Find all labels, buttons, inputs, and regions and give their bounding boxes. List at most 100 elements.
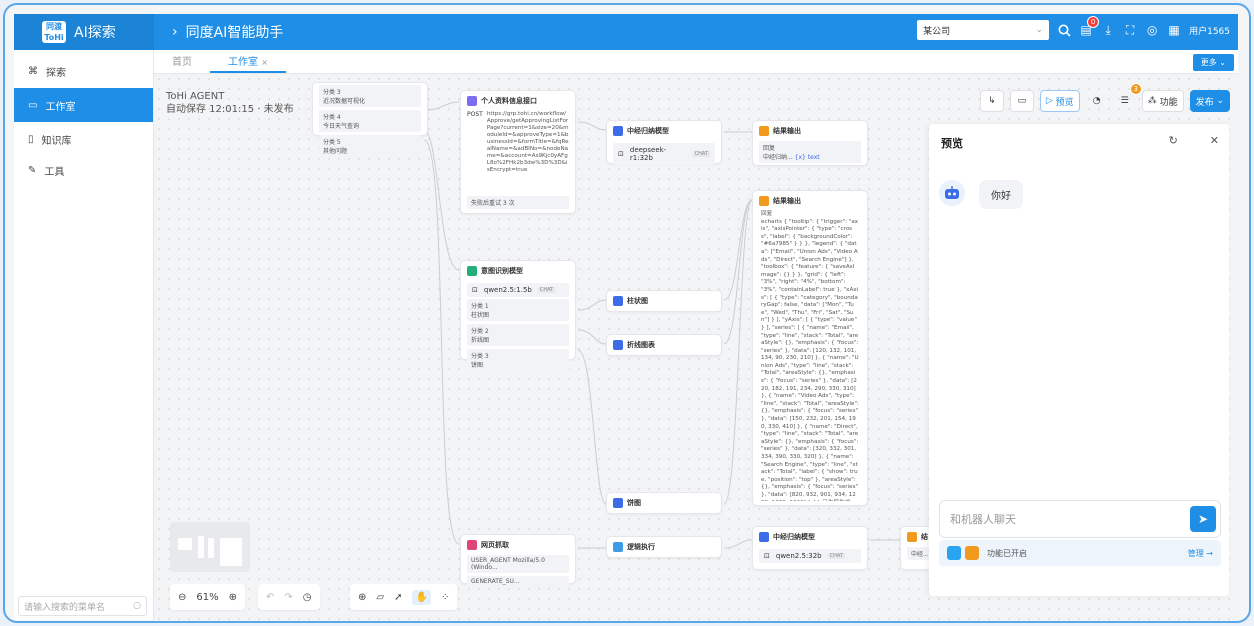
model-icon: ⊡ [764, 552, 770, 560]
output-node-1[interactable]: 结果输出 回复 中经归纳... {x} text [752, 120, 868, 166]
import-button[interactable]: ↳ [979, 90, 1004, 112]
tab-home[interactable]: 首页 [154, 53, 210, 73]
node-title: 个人资料信息接口 [481, 97, 537, 105]
history-icon[interactable]: ◷ [303, 592, 312, 603]
minimap[interactable] [170, 522, 250, 572]
node-title: 折线图表 [627, 341, 655, 349]
llm-icon [759, 532, 769, 542]
robot-icon [945, 186, 959, 199]
sidebar-item-tools[interactable]: ✎ 工具 [14, 156, 153, 184]
web-icon [467, 540, 477, 550]
features-label: 功能 [1159, 97, 1178, 108]
more-label: 更多 [1200, 58, 1217, 67]
globe-icon[interactable]: ◎ [1145, 23, 1159, 37]
line-chart-node[interactable]: 折线图表 [606, 334, 722, 356]
branch-node-top[interactable]: 分类 3 近况数据可视化 分类 4 今日天气查询 分类 5 其他问题 [312, 82, 428, 157]
publish-button[interactable]: 发布 ⌄ [1189, 90, 1230, 112]
sidebar: ⌘ 探索 ▭ 工作室 ▯ 知识库 ✎ 工具 请输入搜索的菜单名 ○ [14, 50, 154, 620]
model-tag: CHAT [537, 287, 556, 293]
model-name: qwen2.5:32b [775, 552, 822, 560]
pointer-icon[interactable]: ➚ [394, 592, 402, 603]
refresh-icon[interactable]: ↻ [1169, 134, 1178, 147]
model-tag: CHAT [692, 151, 710, 157]
undo-icon[interactable]: ↶ [266, 592, 274, 603]
logic-node[interactable]: 逻辑执行 [606, 536, 722, 558]
node-title: 意图识别模型 [481, 267, 523, 275]
more-button[interactable]: 更多 ⌄ [1192, 54, 1234, 71]
web-fetch-node[interactable]: 网页抓取 USER_AGENT Mozilla/5.0 (Windo... GE… [460, 534, 576, 587]
logic-icon [613, 542, 623, 552]
tab-bar: 首页 工作室 × 更多 ⌄ [154, 50, 1238, 74]
branch-row-label: 分类 5 [323, 139, 341, 146]
close-icon[interactable]: × [261, 58, 268, 67]
intent-classifier-node[interactable]: 意图识别模型 ⊡ qwen2.5:1.5b CHAT 分类 1 柱状图 分类 2 折线图… [460, 260, 576, 371]
llm-node-2[interactable]: 中经归纳模型 ⊡ qwen2.5:32b CHAT [752, 526, 868, 570]
pie-chart-node[interactable]: 饼图 [606, 492, 722, 514]
company-select[interactable]: 某公司 ⌄ [917, 20, 1050, 40]
preview-title: 预览 [941, 137, 963, 150]
output-var-source: 中经归纳... [763, 154, 793, 161]
check-icon[interactable]: ◔ [1086, 90, 1108, 112]
chat-input[interactable]: 和机器人聊天 ➤ [939, 500, 1221, 538]
code-icon [613, 296, 623, 306]
node-header: 中经归纳模型 [607, 121, 721, 141]
model-select[interactable]: ⊡ qwen2.5:32b CHAT [759, 549, 861, 563]
model-select[interactable]: ⊡ deepseek-r1:32b CHAT [613, 143, 715, 165]
notification-badge: 0 [1087, 16, 1100, 28]
zoom-in-icon[interactable]: ⊕ [229, 592, 237, 603]
top-right-tools: 某公司 ⌄ ▤ 0 ⤓ ⛶ ◎ ▦ 用户1565 [917, 16, 1230, 40]
user-name[interactable]: 用户1565 [1189, 24, 1230, 37]
search-icon: ○ [133, 601, 141, 611]
compass-icon: ⌘ [28, 65, 38, 77]
branch-row-label: 分类 4 [323, 114, 341, 121]
download-icon[interactable]: ⤓ [1101, 23, 1115, 37]
tab-studio[interactable]: 工作室 × [210, 53, 286, 73]
app-title: › 同度AI智能助手 [172, 22, 283, 42]
bar-chart-node[interactable]: 柱状图 [606, 290, 722, 312]
env-button[interactable]: ▭ [1009, 90, 1034, 112]
logo-char: Hi [54, 33, 64, 42]
close-icon[interactable]: ✕ [1210, 134, 1219, 147]
top-bar: 同渡 To Hi AI探索 › 同度AI智能助手 某公司 ⌄ ▤ 0 ⤓ ⛶ ◎ ▦ … [14, 14, 1238, 50]
checklist-badge: 3 [1129, 83, 1142, 95]
add-node-icon[interactable]: ⊕ [358, 592, 366, 603]
node-title: 饼图 [627, 499, 641, 507]
features-button[interactable]: ⁂ 功能 [1141, 90, 1184, 112]
menu-search-input[interactable]: 请输入搜索的菜单名 ○ [18, 596, 147, 616]
brand[interactable]: 同渡 To Hi AI探索 [14, 14, 154, 50]
sidebar-item-knowledge[interactable]: ▯ 知识库 [14, 122, 153, 156]
app-title-text: 同度AI智能助手 [185, 25, 284, 41]
sidebar-item-explore[interactable]: ⌘ 探索 [14, 54, 153, 88]
checklist-icon[interactable]: ☰ 3 [1114, 83, 1142, 112]
chevron-right-icon[interactable]: › [172, 24, 178, 40]
send-button[interactable]: ➤ [1190, 506, 1216, 532]
minimap-preview [178, 536, 242, 566]
note-icon[interactable]: ▱ [376, 592, 384, 603]
hand-icon[interactable]: ✋ [412, 589, 431, 605]
node-header: 个人资料信息接口 [461, 91, 575, 111]
node-header: 结果输出 [753, 191, 867, 211]
company-value: 某公司 [923, 26, 951, 37]
sidebar-item-studio[interactable]: ▭ 工作室 [14, 88, 153, 122]
manage-link[interactable]: 管理 → [1188, 548, 1213, 559]
redo-icon[interactable]: ↷ [284, 592, 292, 603]
output-node-2[interactable]: 结果输出 回复 echarts { "tooltip": { "trigger"… [752, 190, 868, 506]
model-select[interactable]: ⊡ qwen2.5:1.5b CHAT [467, 283, 569, 297]
preview-button[interactable]: ▷ 预览 [1039, 90, 1080, 112]
apps-grid-icon[interactable]: ▦ [1167, 23, 1181, 37]
layout-icon[interactable]: ⁘ [441, 592, 449, 603]
llm-node-1[interactable]: 中经归纳模型 ⊡ deepseek-r1:32b CHAT [606, 120, 722, 165]
preview-panel: 预览 ↻ ✕ 你好 和机器人聊天 ➤ 功能已开启 管理 → [929, 124, 1229, 596]
zoom-out-icon[interactable]: ⊖ [178, 592, 186, 603]
branch-row: 分类 5 其他问题 [319, 135, 421, 157]
logo: 同渡 To Hi [42, 21, 66, 43]
output-icon [759, 126, 769, 136]
http-request-node[interactable]: 个人资料信息接口 POST https://grp.tohi.cn/workfl… [460, 90, 576, 214]
model-icon: ⊡ [472, 286, 478, 294]
output-icon [907, 532, 917, 542]
fullscreen-icon[interactable]: ⛶ [1123, 23, 1137, 37]
output-content: 回复 中经归纳... {x} text [759, 141, 861, 163]
search-icon[interactable] [1057, 23, 1071, 37]
document-icon[interactable]: ▤ 0 [1079, 16, 1100, 37]
zoom-level: 61% [196, 591, 219, 603]
